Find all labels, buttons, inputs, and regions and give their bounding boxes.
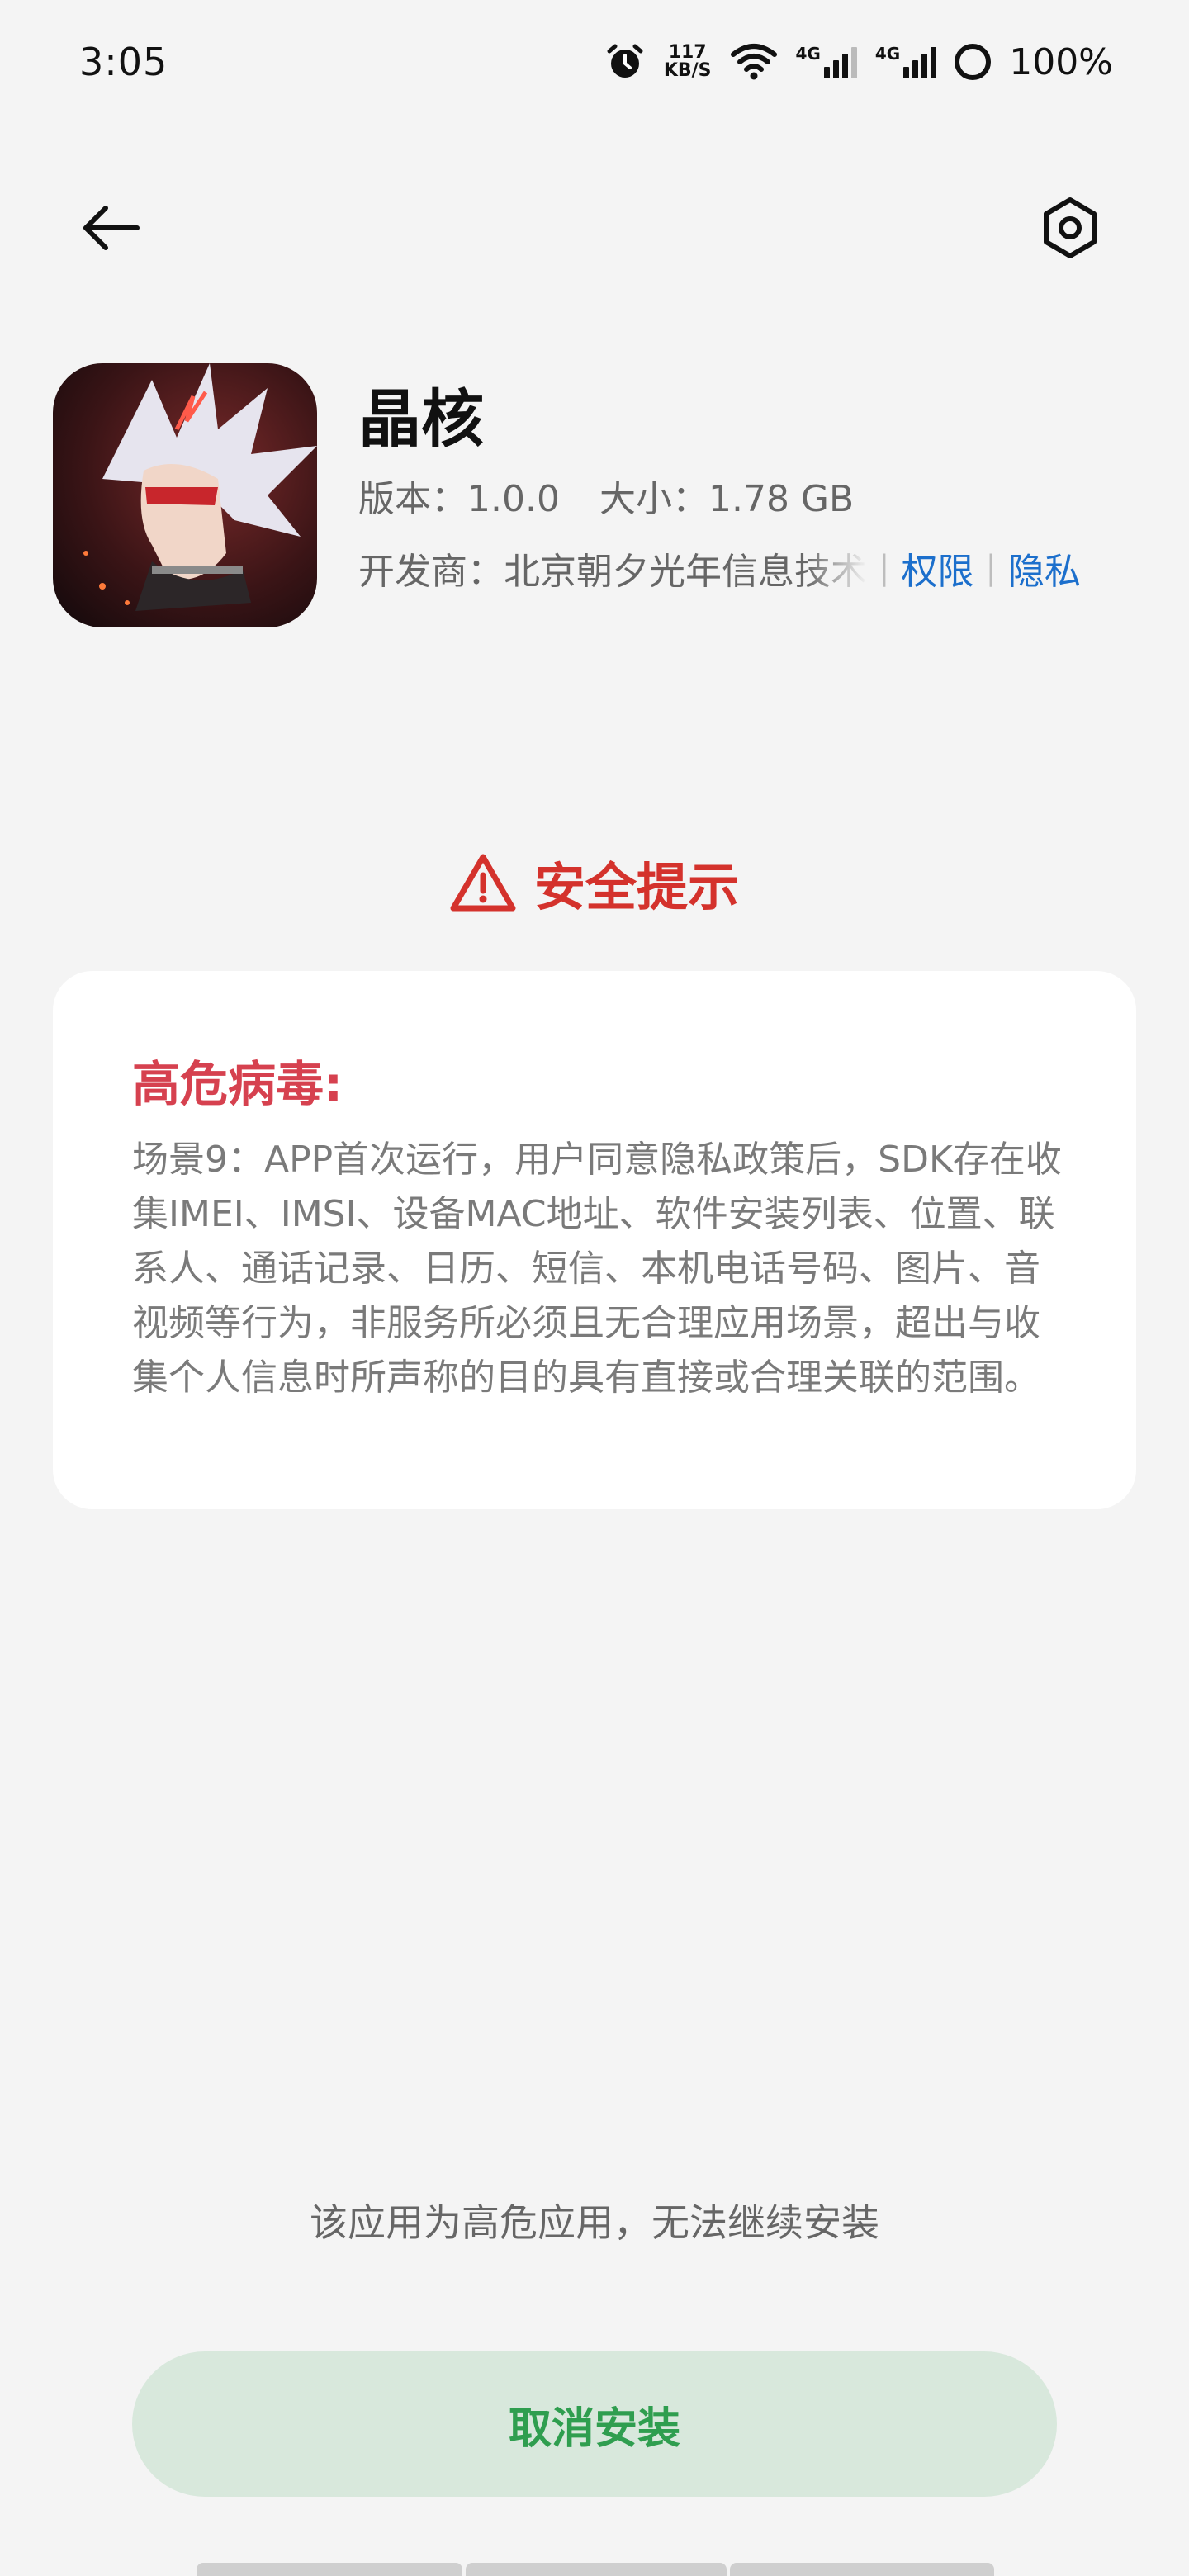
tab-indicator: [197, 2563, 462, 2576]
battery-level: 100%: [1009, 40, 1113, 83]
developer-name: 开发商：北京朝夕光年信息技术: [358, 551, 867, 593]
settings-button[interactable]: [1037, 195, 1103, 261]
app-meta: 版本：1.0.0 大小：1.78 GB: [358, 469, 854, 522]
alarm-icon: [607, 44, 643, 78]
status-time: 3:05: [79, 40, 168, 84]
threat-description: 场景9：APP首次运行，用户同意隐私政策后，SDK存在收集IMEI、IMSI、设…: [132, 1139, 1062, 1399]
back-button[interactable]: [79, 195, 145, 261]
tab-indicator: [466, 2563, 727, 2576]
speed-value: 117: [668, 42, 707, 63]
divider: |: [879, 549, 890, 587]
security-title: 安全提示: [0, 845, 1189, 920]
privacy-link[interactable]: 隐私: [1008, 542, 1081, 594]
security-card: 高危病毒: 场景9：APP首次运行，用户同意隐私政策后，SDK存在收集IMEI、…: [53, 971, 1136, 1509]
status-icons: 117 KB/S 4G 4G 100%: [604, 41, 1113, 83]
threat-title: 高危病毒:: [132, 1056, 343, 1112]
permissions-link[interactable]: 权限: [901, 542, 973, 594]
signal-sim1: 4G: [796, 45, 857, 78]
signal-sim2: 4G: [874, 44, 937, 78]
app-icon: [53, 363, 317, 627]
sim2-type: 4G: [874, 44, 901, 64]
hexagon-settings-icon: [1044, 197, 1097, 258]
sim1-type: 4G: [795, 44, 821, 64]
install-blocked-message: 该应用为高危应用，无法继续安装: [310, 2200, 879, 2245]
wifi-icon: [730, 44, 777, 80]
cancel-install-button[interactable]: 取消安装: [132, 2351, 1057, 2497]
speed-unit: KB/S: [663, 60, 712, 81]
app-size: 大小：1.78 GB: [599, 478, 855, 520]
signal-bars-icon: [823, 45, 857, 78]
divider: |: [985, 549, 997, 587]
security-title-text: 安全提示: [533, 857, 739, 917]
battery-icon: [955, 44, 992, 80]
warning-triangle-icon: [450, 854, 516, 912]
installer-page: 3:05 117 KB/S 4G 4G 100% 晶核 版本：1.0.0 大小：…: [0, 0, 1189, 2576]
tab-indicator: [730, 2563, 994, 2576]
arrow-left-icon: [83, 206, 140, 250]
signal-bars-icon: [903, 45, 937, 78]
app-version: 版本：1.0.0: [358, 478, 560, 520]
developer-row: 开发商：北京朝夕光年信息技术 | 权限 | 隐私: [358, 542, 1184, 594]
network-speed: 117 KB/S: [664, 44, 712, 80]
status-bar: 3:05 117 KB/S 4G 4G 100%: [0, 0, 1189, 124]
app-name: 晶核: [358, 382, 484, 456]
